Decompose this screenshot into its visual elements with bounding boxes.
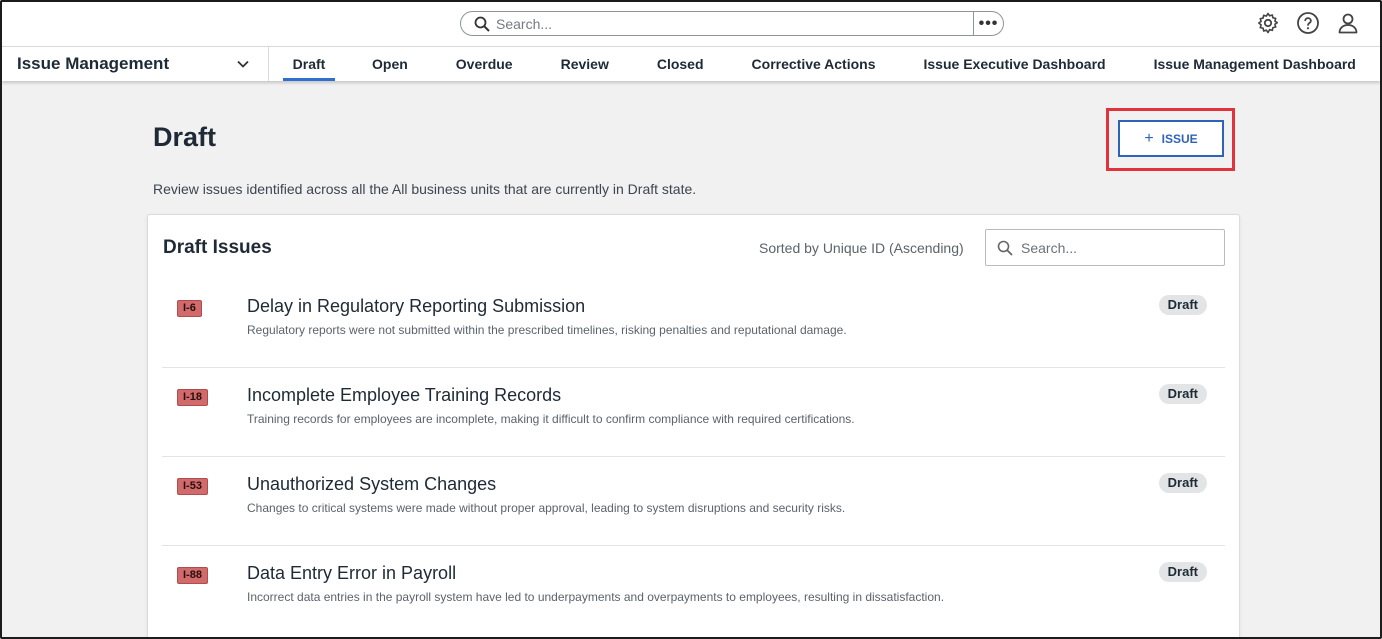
gear-icon[interactable] <box>1256 11 1280 35</box>
issue-id-badge: I-18 <box>177 389 208 406</box>
plus-icon: + <box>1144 129 1154 147</box>
tab-label: Issue Executive Dashboard <box>923 56 1106 72</box>
tab-open[interactable]: Open <box>372 47 408 81</box>
issues-search-input[interactable]: Search... <box>985 229 1225 266</box>
tab-overdue[interactable]: Overdue <box>456 47 513 81</box>
issue-title[interactable]: Delay in Regulatory Reporting Submission <box>247 296 585 317</box>
issue-title[interactable]: Unauthorized System Changes <box>247 474 496 495</box>
add-issue-button[interactable]: + ISSUE <box>1118 120 1224 157</box>
sort-indicator[interactable]: Sorted by Unique ID (Ascending) <box>759 240 964 256</box>
list-item[interactable]: I-6 Delay in Regulatory Reporting Submis… <box>162 279 1225 368</box>
tab-draft[interactable]: Draft <box>283 47 335 81</box>
page-title: Draft <box>153 122 217 152</box>
issue-list: I-6 Delay in Regulatory Reporting Submis… <box>162 279 1225 635</box>
issue-id-badge: I-53 <box>177 478 208 495</box>
card-title: Draft Issues <box>163 237 272 258</box>
more-options-button[interactable]: ••• <box>973 12 1003 35</box>
tab-label: Overdue <box>455 56 513 72</box>
search-icon <box>997 240 1013 256</box>
status-badge: Draft <box>1158 562 1207 582</box>
issue-description: Changes to critical systems were made wi… <box>247 501 846 515</box>
issues-search-placeholder: Search... <box>1021 239 1078 256</box>
issue-description: Training records for employees are incom… <box>247 412 855 426</box>
issue-title[interactable]: Incomplete Employee Training Records <box>247 385 561 406</box>
app-selector[interactable]: Issue Management <box>2 47 269 81</box>
tab-closed[interactable]: Closed <box>657 47 704 81</box>
tab-bar: Draft Open Overdue Review Closed Correct… <box>270 47 1356 81</box>
nav-bar: Issue Management Draft Open Overdue Revi… <box>2 46 1380 81</box>
tab-label: Draft <box>292 56 326 72</box>
issue-description: Regulatory reports were not submitted wi… <box>247 323 847 337</box>
issue-description: Incorrect data entries in the payroll sy… <box>247 590 945 604</box>
search-icon <box>474 16 490 32</box>
issue-id-badge: I-88 <box>177 567 208 584</box>
issue-id-badge: I-6 <box>177 300 202 317</box>
tab-issue-management-dashboard[interactable]: Issue Management Dashboard <box>1154 47 1356 81</box>
app-title: Issue Management <box>17 54 170 73</box>
tab-corrective-actions[interactable]: Corrective Actions <box>752 47 876 81</box>
tab-label: Closed <box>656 56 704 72</box>
app-window: Search... ••• Issue Management Draft Ope… <box>0 0 1382 639</box>
tab-label: Open <box>372 56 408 72</box>
status-badge: Draft <box>1158 295 1207 315</box>
issue-title[interactable]: Data Entry Error in Payroll <box>247 563 456 584</box>
status-badge: Draft <box>1158 473 1207 493</box>
page-description: Review issues identified across all the … <box>153 181 697 197</box>
top-bar: Search... ••• <box>2 2 1380 46</box>
top-icons <box>1256 11 1360 35</box>
tab-review[interactable]: Review <box>561 47 609 81</box>
tab-label: Corrective Actions <box>751 56 876 72</box>
draft-issues-card: Draft Issues Sorted by Unique ID (Ascend… <box>147 214 1240 637</box>
tab-issue-executive-dashboard[interactable]: Issue Executive Dashboard <box>924 47 1106 81</box>
list-item[interactable]: I-88 Data Entry Error in Payroll Incorre… <box>162 546 1225 635</box>
chevron-down-icon <box>237 60 249 68</box>
tab-label: Issue Management Dashboard <box>1153 56 1356 72</box>
list-item[interactable]: I-18 Incomplete Employee Training Record… <box>162 368 1225 457</box>
list-item[interactable]: I-53 Unauthorized System Changes Changes… <box>162 457 1225 546</box>
user-icon[interactable] <box>1336 11 1360 35</box>
add-issue-label: ISSUE <box>1161 131 1198 146</box>
tab-label: Review <box>560 56 609 72</box>
global-search-input[interactable]: Search... ••• <box>460 11 1004 36</box>
global-search-placeholder: Search... <box>496 15 553 32</box>
status-badge: Draft <box>1158 384 1207 404</box>
help-icon[interactable] <box>1296 11 1320 35</box>
